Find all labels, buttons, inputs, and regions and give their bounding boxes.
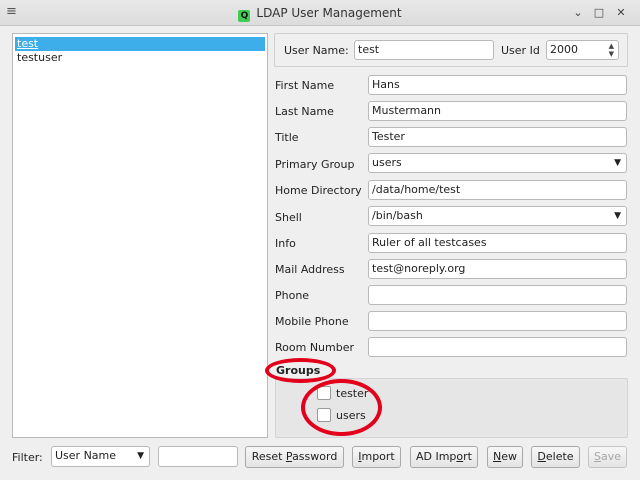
reset-password-button[interactable]: Reset Password — [245, 446, 344, 468]
user-id-spinbox[interactable]: 2000 ▲ ▼ — [546, 40, 619, 60]
groups-heading: Groups — [276, 364, 321, 377]
save-button[interactable]: Save — [588, 446, 627, 468]
ad-import-button[interactable]: AD Import — [410, 446, 478, 468]
room-number-label: Room Number — [275, 341, 355, 354]
shell-value: /bin/bash — [372, 209, 423, 222]
filter-input[interactable] — [158, 446, 238, 467]
title-bar: ≡ Q LDAP User Management ⌄ □ ✕ — [0, 0, 640, 26]
user-id-value: 2000 — [550, 43, 578, 56]
phone-label: Phone — [275, 289, 310, 302]
info-input[interactable]: Ruler of all testcases — [368, 233, 627, 253]
group-label-users: users — [336, 409, 366, 422]
minimize-icon[interactable]: ⌄ — [571, 6, 585, 20]
title-input[interactable]: Tester — [368, 127, 627, 147]
filter-label: Filter: — [12, 451, 43, 464]
info-label: Info — [275, 237, 296, 250]
chevron-down-icon: ▼ — [137, 451, 144, 461]
chevron-down-icon: ▼ — [614, 158, 621, 168]
phone-input[interactable] — [368, 285, 627, 305]
user-id-label: User Id — [501, 44, 540, 57]
maximize-icon[interactable]: □ — [592, 6, 606, 20]
home-dir-input[interactable]: /data/home/test — [368, 180, 627, 200]
mobile-phone-input[interactable] — [368, 311, 627, 331]
shell-label: Shell — [275, 211, 302, 224]
new-button[interactable]: New — [487, 446, 523, 468]
close-icon[interactable]: ✕ — [614, 6, 628, 20]
first-name-label: First Name — [275, 79, 335, 92]
import-button[interactable]: Import — [352, 446, 401, 468]
last-name-label: Last Name — [275, 105, 334, 118]
home-dir-label: Home Directory — [275, 184, 362, 197]
group-checkbox-tester[interactable] — [317, 386, 331, 400]
list-item[interactable]: test — [15, 37, 265, 51]
primary-group-label: Primary Group — [275, 158, 355, 171]
primary-group-value: users — [372, 156, 402, 169]
group-label-tester: tester — [336, 387, 369, 400]
delete-button[interactable]: Delete — [531, 446, 580, 468]
user-name-label: User Name: — [284, 44, 349, 57]
last-name-input[interactable]: Mustermann — [368, 101, 627, 121]
mail-input[interactable]: test@noreply.org — [368, 259, 627, 279]
mail-label: Mail Address — [275, 263, 345, 276]
title-label: Title — [275, 131, 299, 144]
mobile-phone-label: Mobile Phone — [275, 315, 349, 328]
primary-group-select[interactable]: users ▼ — [368, 153, 627, 173]
spin-arrows-icon[interactable]: ▲ ▼ — [609, 42, 614, 58]
list-item[interactable]: testuser — [13, 51, 267, 65]
filter-field-value: User Name — [55, 449, 117, 462]
filter-field-select[interactable]: User Name ▼ — [51, 446, 150, 467]
app-icon: Q — [238, 10, 251, 22]
room-number-input[interactable] — [368, 337, 627, 357]
chevron-down-icon: ▼ — [614, 211, 621, 221]
user-name-input[interactable]: test — [354, 40, 494, 60]
first-name-input[interactable]: Hans — [368, 75, 627, 95]
user-list[interactable]: test testuser — [12, 33, 268, 438]
window-title: LDAP User Management — [256, 6, 402, 20]
shell-select[interactable]: /bin/bash ▼ — [368, 206, 627, 226]
group-checkbox-users[interactable] — [317, 408, 331, 422]
